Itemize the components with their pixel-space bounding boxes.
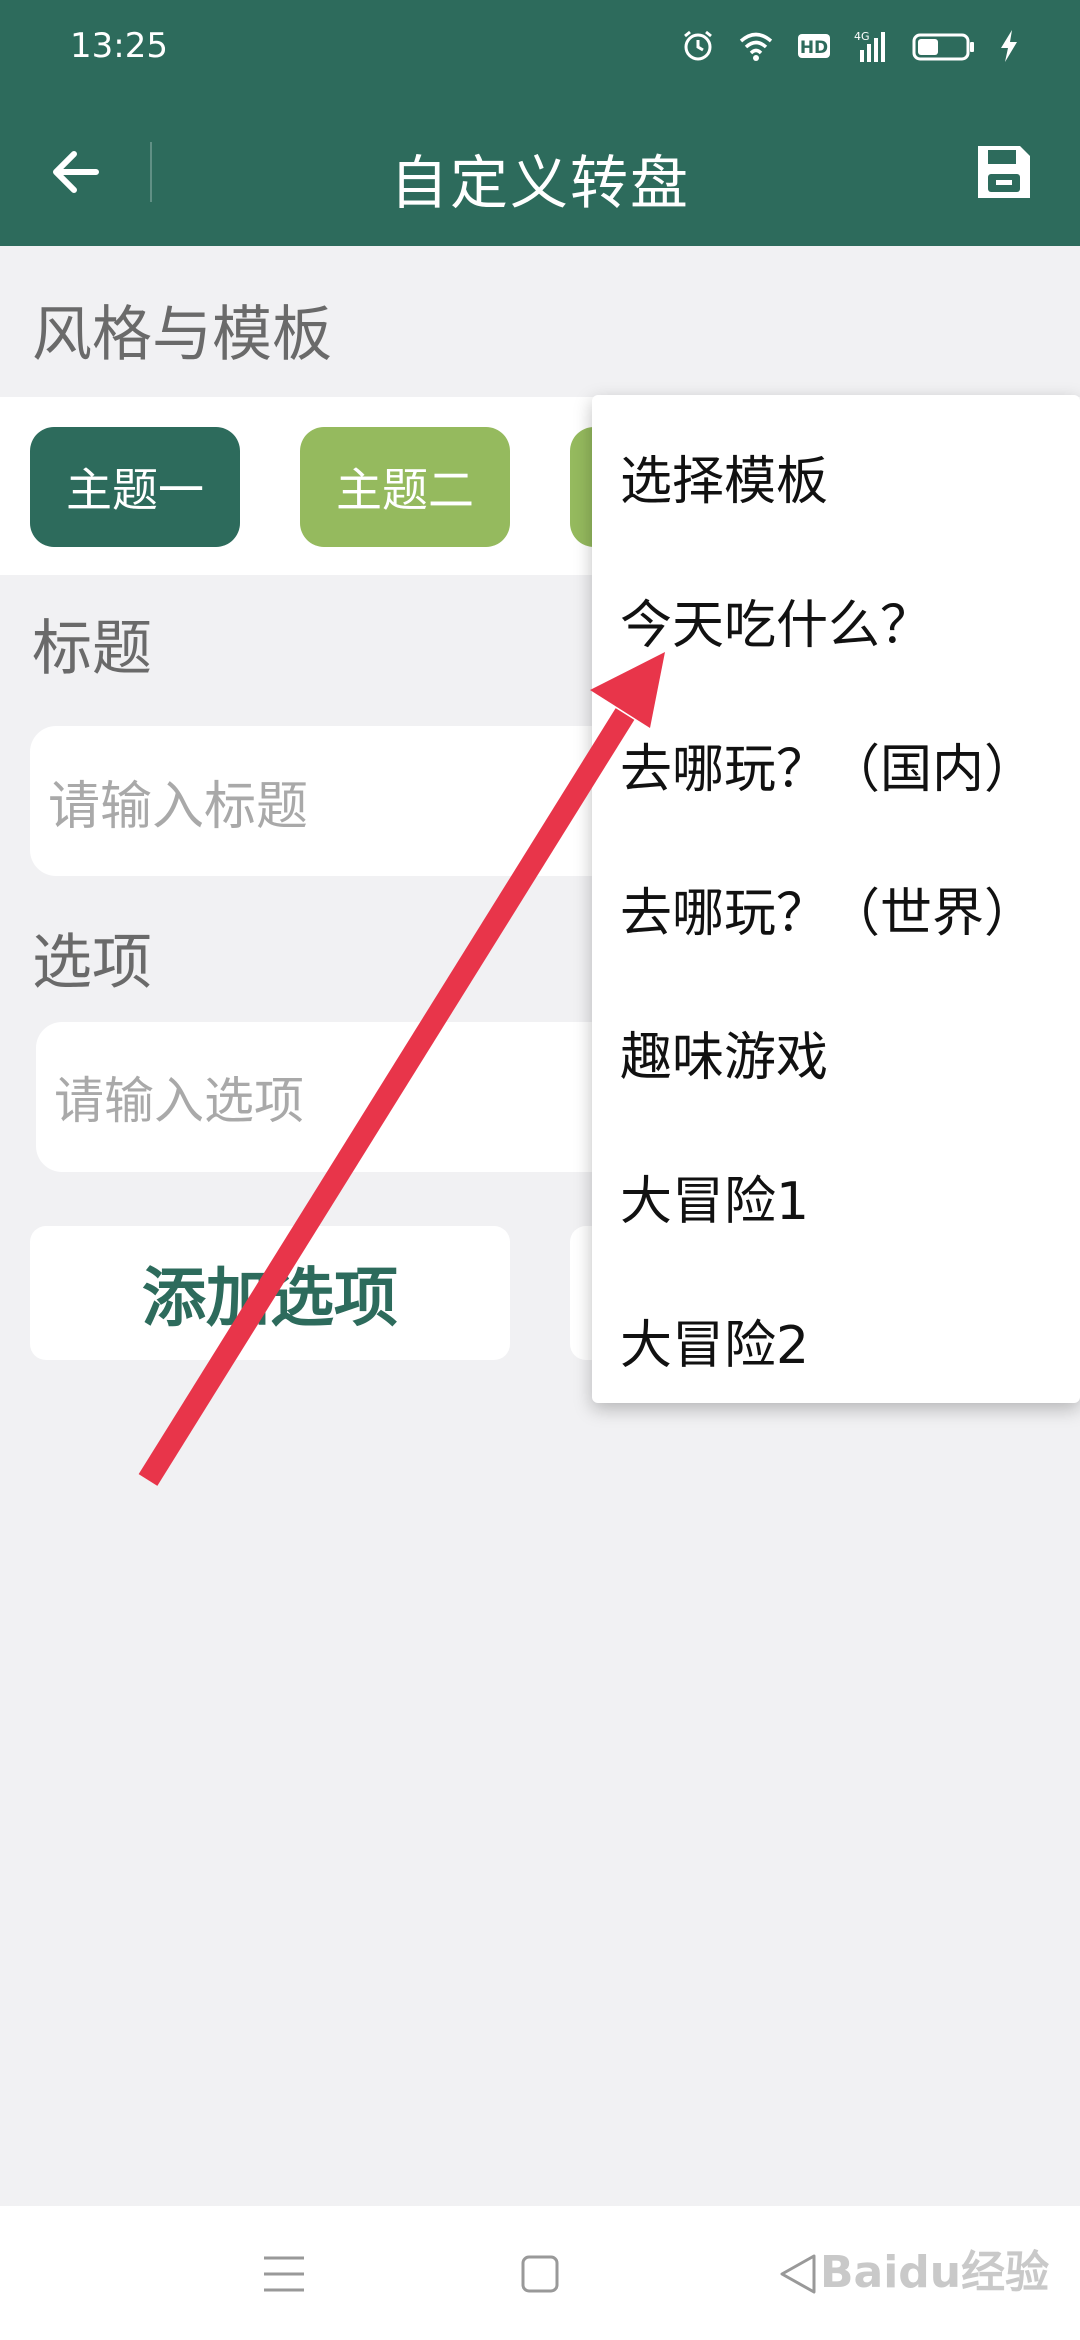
add-option-button[interactable]: 添加选项 [30,1226,510,1360]
template-menu: 选择模板 今天吃什么？ 去哪玩？（国内） 去哪玩？（世界） 趣味游戏 大冒险1 … [592,395,1080,1403]
theme-chip-1[interactable]: 主题一 [30,427,240,547]
title-section-title: 标题 [32,614,152,684]
app-bar: 自定义转盘 [0,100,1080,246]
status-bar: 13:25 HD 4G [0,0,1080,100]
battery-icon [912,33,974,61]
status-icons: HD 4G [680,28,1020,64]
hd-icon: HD [798,34,830,58]
back-icon[interactable] [770,2246,826,2302]
style-section-title: 风格与模板 [32,300,332,370]
svg-text:HD: HD [800,38,828,58]
menu-item-where-to-go-domestic[interactable]: 去哪玩？（国内） [620,727,1036,802]
alarm-icon [684,30,712,61]
page-title: 自定义转盘 [389,149,690,217]
menu-item-what-to-eat[interactable]: 今天吃什么？ [620,583,932,658]
save-icon[interactable] [972,140,1036,204]
status-time: 13:25 [70,26,168,66]
theme-chip-2[interactable]: 主题二 [300,427,510,547]
menu-item-fun-games[interactable]: 趣味游戏 [620,1015,828,1090]
menu-item-where-to-go-world[interactable]: 去哪玩？（世界） [620,871,1036,946]
signal-4g-icon: 4G [854,30,885,62]
menu-item-select-template[interactable]: 选择模板 [620,439,828,514]
svg-text:4G: 4G [854,30,870,43]
system-nav-bar: Baidu经验 [0,2206,1080,2340]
menu-icon[interactable] [256,2246,312,2302]
options-section-title: 选项 [32,928,152,998]
watermark: Baidu经验 [820,2247,1050,2298]
menu-item-adventure-2[interactable]: 大冒险2 [620,1303,809,1378]
charging-icon [1001,30,1017,62]
wifi-icon [739,32,773,61]
home-icon[interactable] [512,2246,568,2302]
menu-item-adventure-1[interactable]: 大冒险1 [620,1159,809,1234]
